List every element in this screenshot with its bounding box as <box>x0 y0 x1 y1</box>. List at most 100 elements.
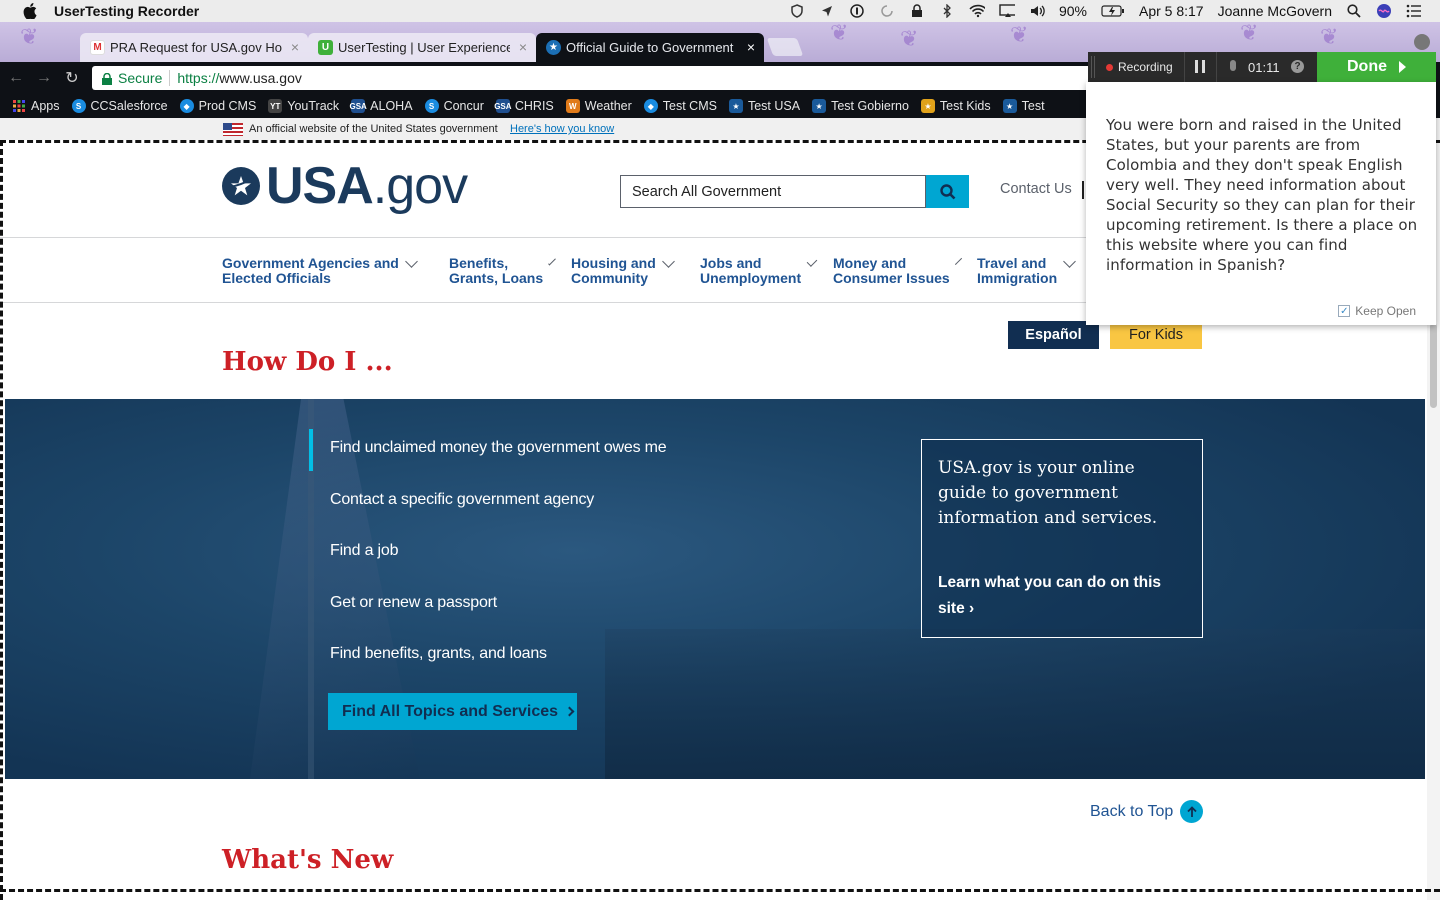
heres-how-you-know-link[interactable]: Here's how you know <box>510 123 614 135</box>
onepassword-icon[interactable] <box>849 3 865 19</box>
battery-icon[interactable] <box>1101 3 1125 19</box>
toolbar-divider <box>1216 52 1217 82</box>
link-find-job[interactable]: Find a job <box>330 542 666 594</box>
close-tab-icon[interactable]: × <box>519 39 527 55</box>
weather-icon: W <box>565 99 580 113</box>
keep-open-toggle[interactable]: ✓ Keep Open <box>1338 304 1416 318</box>
nav-jobs[interactable]: Jobs and Unemployment <box>700 256 818 286</box>
bookmark-label: CHRIS <box>514 99 554 113</box>
help-icon[interactable]: ? <box>1291 60 1304 73</box>
chevron-down-icon <box>1063 255 1076 268</box>
contact-us-link[interactable]: Contact Us <box>1000 181 1072 197</box>
bookmark-test-usa[interactable]: ★ Test USA <box>728 99 800 113</box>
link-unclaimed-money[interactable]: Find unclaimed money the government owes… <box>330 439 667 491</box>
checkbox-checked-icon[interactable]: ✓ <box>1338 305 1351 317</box>
drag-handle[interactable] <box>1091 56 1095 78</box>
bookmark-youtrack[interactable]: YT YouTrack <box>268 99 339 113</box>
bluetooth-icon[interactable] <box>939 3 955 19</box>
bookmark-apps[interactable]: Apps <box>12 99 60 113</box>
drupal-icon: ◆ <box>643 99 658 113</box>
find-all-topics-button[interactable]: Find All Topics and Services <box>328 693 577 730</box>
recording-region-border <box>0 889 1440 892</box>
battery-percent[interactable]: 90% <box>1059 3 1087 19</box>
espanol-button[interactable]: Español <box>1008 321 1099 349</box>
pause-icon[interactable] <box>1195 60 1205 73</box>
nav-government-agencies[interactable]: Government Agencies and Elected Official… <box>222 255 431 286</box>
apple-icon[interactable] <box>20 3 40 19</box>
location-arrow-icon[interactable] <box>819 3 835 19</box>
clock[interactable]: Apr 5 8:17 <box>1139 3 1204 19</box>
bookmark-concur[interactable]: S Concur <box>424 99 484 113</box>
usagov-logo[interactable]: USA.gov <box>222 156 468 216</box>
profile-icon[interactable] <box>1414 34 1430 50</box>
search-input[interactable]: Search All Government <box>620 175 926 208</box>
for-kids-button[interactable]: For Kids <box>1110 321 1202 349</box>
back-to-top-label: Back to Top <box>1090 802 1174 820</box>
usertesting-icon: U <box>318 40 333 55</box>
bookmark-test-gobierno[interactable]: ★ Test Gobierno <box>812 99 909 113</box>
bookmark-weather[interactable]: W Weather <box>565 99 632 113</box>
bookmark-test[interactable]: ★ Test <box>1002 99 1045 113</box>
tab-usagov[interactable]: ★ Official Guide to Government I × <box>536 33 764 62</box>
back-arrow-icon[interactable]: ← <box>4 66 28 90</box>
tab-title: Official Guide to Government I <box>566 40 738 55</box>
close-tab-icon[interactable]: × <box>291 39 299 55</box>
app-name[interactable]: UserTesting Recorder <box>54 3 199 19</box>
header-divider <box>1082 181 1084 199</box>
link-contact-agency[interactable]: Contact a specific government agency <box>330 491 666 543</box>
bookmark-chris[interactable]: GSA CHRIS <box>494 99 554 113</box>
link-passport[interactable]: Get or renew a passport <box>330 594 666 646</box>
siri-icon[interactable] <box>1376 3 1392 19</box>
bookmark-aloha[interactable]: GSA ALOHA <box>350 99 413 113</box>
apps-grid-icon <box>12 99 26 113</box>
salesforce-icon: S <box>71 99 86 113</box>
nav-benefits[interactable]: Benefits, Grants, Loans <box>449 256 556 286</box>
building-background-image <box>605 629 1425 779</box>
tab-title: UserTesting | User Experience <box>338 40 510 55</box>
address-bar[interactable]: Secure https:// www.usa.gov <box>92 66 1092 90</box>
back-to-top-link[interactable]: Back to Top <box>1090 800 1204 823</box>
nav-travel[interactable]: Travel and Immigration <box>977 255 1083 286</box>
scrollbar-thumb[interactable] <box>1430 323 1437 408</box>
volume-icon[interactable] <box>1029 3 1045 19</box>
spotlight-search-icon[interactable] <box>1346 3 1362 19</box>
logo-wordmark: USA.gov <box>266 157 468 215</box>
new-tab-button[interactable] <box>766 38 804 56</box>
bookmark-label: Test Gobierno <box>831 99 909 113</box>
sync-spiral-icon[interactable] <box>879 3 895 19</box>
lock-icon[interactable] <box>909 3 925 19</box>
arrow-up-icon <box>1180 800 1204 823</box>
bookmark-ccsalesforce[interactable]: S CCSalesforce <box>71 99 168 113</box>
learn-more-link[interactable]: Learn what you can do on this site › <box>938 570 1186 622</box>
chevron-down-icon <box>404 255 418 268</box>
recording-dot-icon <box>1106 63 1113 71</box>
gmail-icon: M <box>90 40 105 55</box>
tab-usertesting[interactable]: U UserTesting | User Experience × <box>308 33 536 62</box>
nav-housing[interactable]: Housing and Community <box>571 255 682 286</box>
tab-gmail[interactable]: M PRA Request for USA.gov Hom × <box>80 33 308 62</box>
recording-timer: 01:11 <box>1248 60 1280 75</box>
notification-center-icon[interactable] <box>1406 3 1422 19</box>
nav-money[interactable]: Money and Consumer Issues <box>833 256 962 286</box>
wifi-icon[interactable] <box>969 3 985 19</box>
bookmark-label: Test Kids <box>939 99 991 113</box>
done-button[interactable]: Done <box>1317 52 1436 82</box>
close-tab-icon[interactable]: × <box>747 39 755 55</box>
shield-icon[interactable] <box>789 3 805 19</box>
site-guide-box: USA.gov is your online guide to governme… <box>921 439 1203 638</box>
user-name[interactable]: Joanne McGovern <box>1218 3 1332 19</box>
forward-arrow-icon[interactable]: → <box>32 66 56 90</box>
link-benefits[interactable]: Find benefits, grants, and loans <box>330 645 666 697</box>
butterfly-decoration: ❦ <box>20 24 39 49</box>
chevron-down-icon <box>954 257 962 266</box>
bookmark-test-kids[interactable]: ★ Test Kids <box>920 99 991 113</box>
done-label: Done <box>1347 58 1387 75</box>
usagov-icon: ★ <box>812 99 827 113</box>
reload-icon[interactable]: ↻ <box>60 66 84 90</box>
bookmark-prod-cms[interactable]: ◆ Prod CMS <box>179 99 256 113</box>
how-do-i-heading: How Do I ... <box>222 347 393 377</box>
airplay-icon[interactable] <box>999 3 1015 19</box>
search-button[interactable] <box>926 175 969 208</box>
bookmark-test-cms[interactable]: ◆ Test CMS <box>643 99 717 113</box>
chevron-down-icon <box>661 255 675 268</box>
